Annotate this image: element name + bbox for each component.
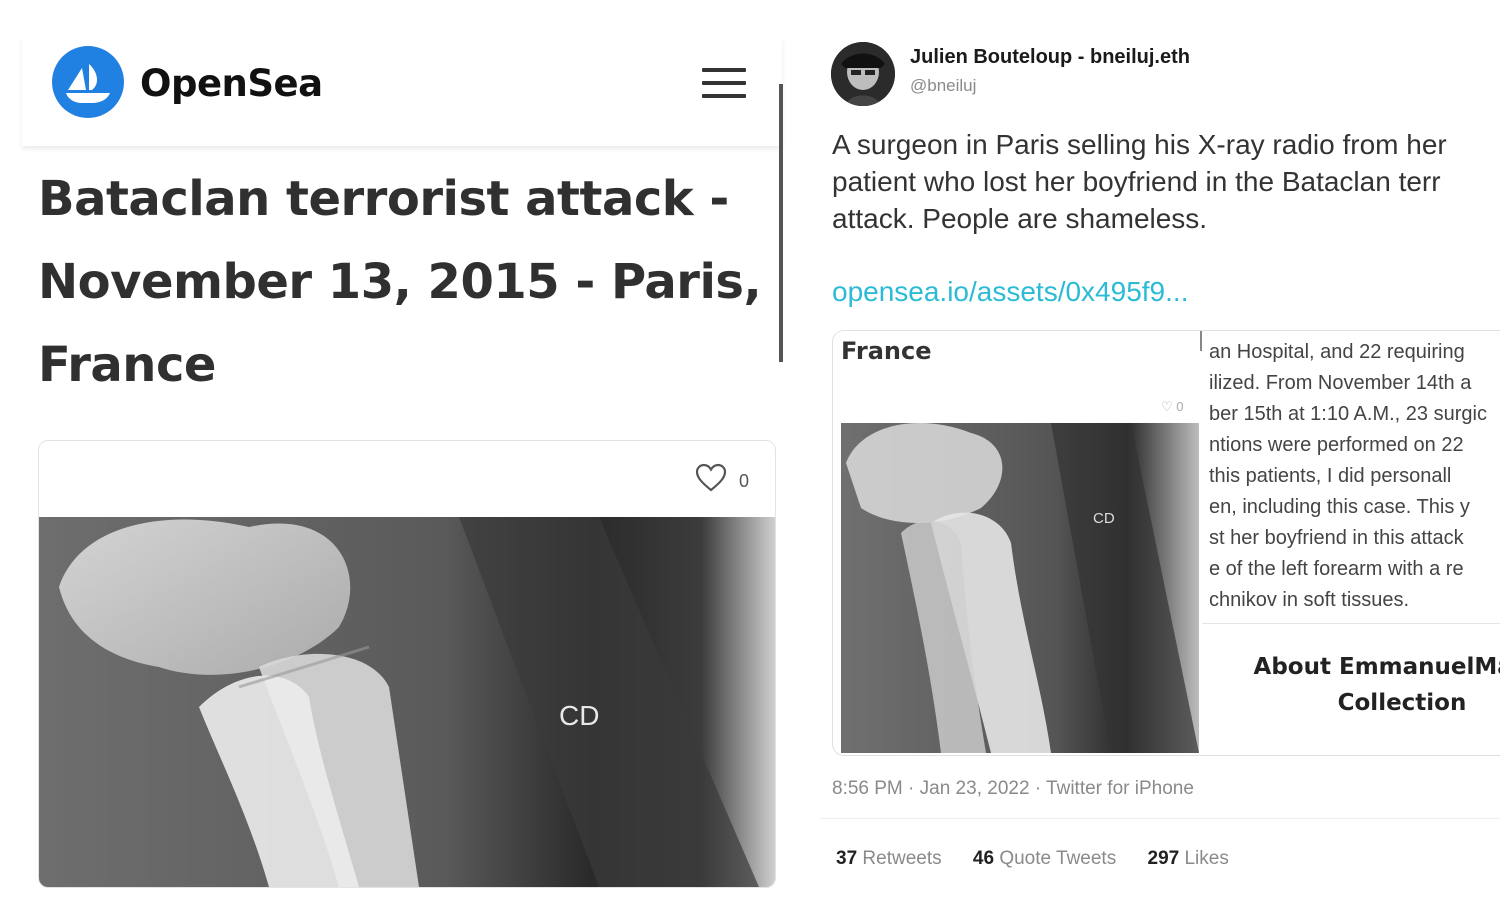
- embedded-description-line: chnikov in soft tissues.: [1209, 589, 1410, 611]
- collection-heading-line: Collection: [1337, 690, 1467, 716]
- nft-title-line: November 13, 2015 - Paris,: [38, 254, 762, 310]
- tweet-author-name[interactable]: Julien Bouteloup - bneiluj.eth: [910, 46, 1190, 69]
- embedded-description-line: st her boyfriend in this attack: [1209, 527, 1464, 549]
- embedded-card[interactable]: France ♡ 0 CD an Hospital, and 22 requir…: [832, 330, 1500, 756]
- tweet-text: A surgeon in Paris selling his X-ray rad…: [832, 126, 1500, 237]
- avatar[interactable]: [831, 42, 895, 106]
- retweets-stat[interactable]: 37 Retweets: [836, 848, 942, 869]
- opensea-screenshot: OpenSea Bataclan terrorist attack - Nove…: [22, 36, 783, 888]
- embedded-description-line: en, including this case. This y: [1209, 496, 1470, 518]
- embedded-divider: [1202, 623, 1500, 624]
- opensea-header: OpenSea: [22, 36, 782, 146]
- embedded-description-line: ilized. From November 14th a: [1209, 372, 1472, 394]
- embedded-xray-marker-label: CD: [1093, 510, 1115, 527]
- embedded-card-right: an Hospital, and 22 requiring ilized. Fr…: [1202, 331, 1500, 755]
- tweet-text-line: attack. People are shameless.: [832, 203, 1208, 234]
- embedded-description-line: e of the left forearm with a re: [1209, 558, 1464, 580]
- likes-stat[interactable]: 297 Likes: [1148, 848, 1229, 869]
- quote-tweets-label: Quote Tweets: [999, 848, 1117, 869]
- likes-count: 297: [1147, 848, 1180, 869]
- tweet-link[interactable]: opensea.io/assets/0x495f9...: [832, 276, 1188, 308]
- collection-heading[interactable]: About EmmanuelMasm Collection: [1202, 649, 1500, 721]
- tweet-text-line: patient who lost her boyfriend in the Ba…: [832, 166, 1441, 197]
- nft-card: 0 CD: [38, 440, 776, 888]
- retweets-count: 37: [836, 848, 858, 869]
- quote-tweets-count: 46: [972, 848, 995, 869]
- quote-tweets-stat[interactable]: 46 Quote Tweets: [973, 848, 1116, 869]
- embedded-favorite-heart-icon: ♡ 0: [1161, 399, 1184, 414]
- likes-label: Likes: [1184, 848, 1229, 869]
- tweet-author-handle[interactable]: @bneiluj: [910, 76, 976, 96]
- embedded-description-line: ntions were performed on 22: [1209, 434, 1464, 456]
- favorite-count: 0: [739, 471, 750, 491]
- xray-image[interactable]: CD: [39, 517, 775, 887]
- embedded-description-line: an Hospital, and 22 requiring: [1209, 341, 1465, 363]
- tweet-timestamp[interactable]: 8:56 PM · Jan 23, 2022 · Twitter for iPh…: [832, 778, 1194, 800]
- tweet-stats: 37 Retweets 46 Quote Tweets 297 Likes: [836, 848, 1255, 870]
- retweets-label: Retweets: [862, 848, 942, 869]
- embedded-title: France: [841, 337, 932, 365]
- opensea-brand-name[interactable]: OpenSea: [140, 62, 323, 105]
- embedded-description: an Hospital, and 22 requiring ilized. Fr…: [1209, 337, 1500, 616]
- embedded-card-left: France ♡ 0 CD: [833, 331, 1199, 755]
- tweet-screenshot: Julien Bouteloup - bneiluj.eth @bneiluj …: [820, 36, 1500, 886]
- embedded-favorite-count: 0: [1176, 399, 1184, 414]
- divider: [820, 818, 1500, 819]
- nft-card-toolbar: 0: [39, 441, 775, 517]
- favorite-heart-icon[interactable]: [695, 463, 727, 493]
- scrollbar[interactable]: [779, 84, 783, 362]
- embedded-xray-image[interactable]: CD: [841, 423, 1199, 753]
- hamburger-menu-icon[interactable]: [702, 66, 748, 100]
- collection-heading-line: About EmmanuelMasm: [1253, 654, 1500, 680]
- embedded-description-line: ber 15th at 1:10 A.M., 23 surgic: [1209, 403, 1487, 425]
- embedded-description-line: this patients, I did personall: [1209, 465, 1452, 487]
- nft-title-line: Bataclan terrorist attack -: [38, 171, 729, 227]
- tweet-text-line: A surgeon in Paris selling his X-ray rad…: [832, 129, 1447, 160]
- nft-title: Bataclan terrorist attack - November 13,…: [38, 158, 763, 407]
- xray-marker-label: CD: [559, 700, 599, 731]
- opensea-logo-icon[interactable]: [52, 46, 124, 118]
- nft-title-line: France: [38, 337, 216, 393]
